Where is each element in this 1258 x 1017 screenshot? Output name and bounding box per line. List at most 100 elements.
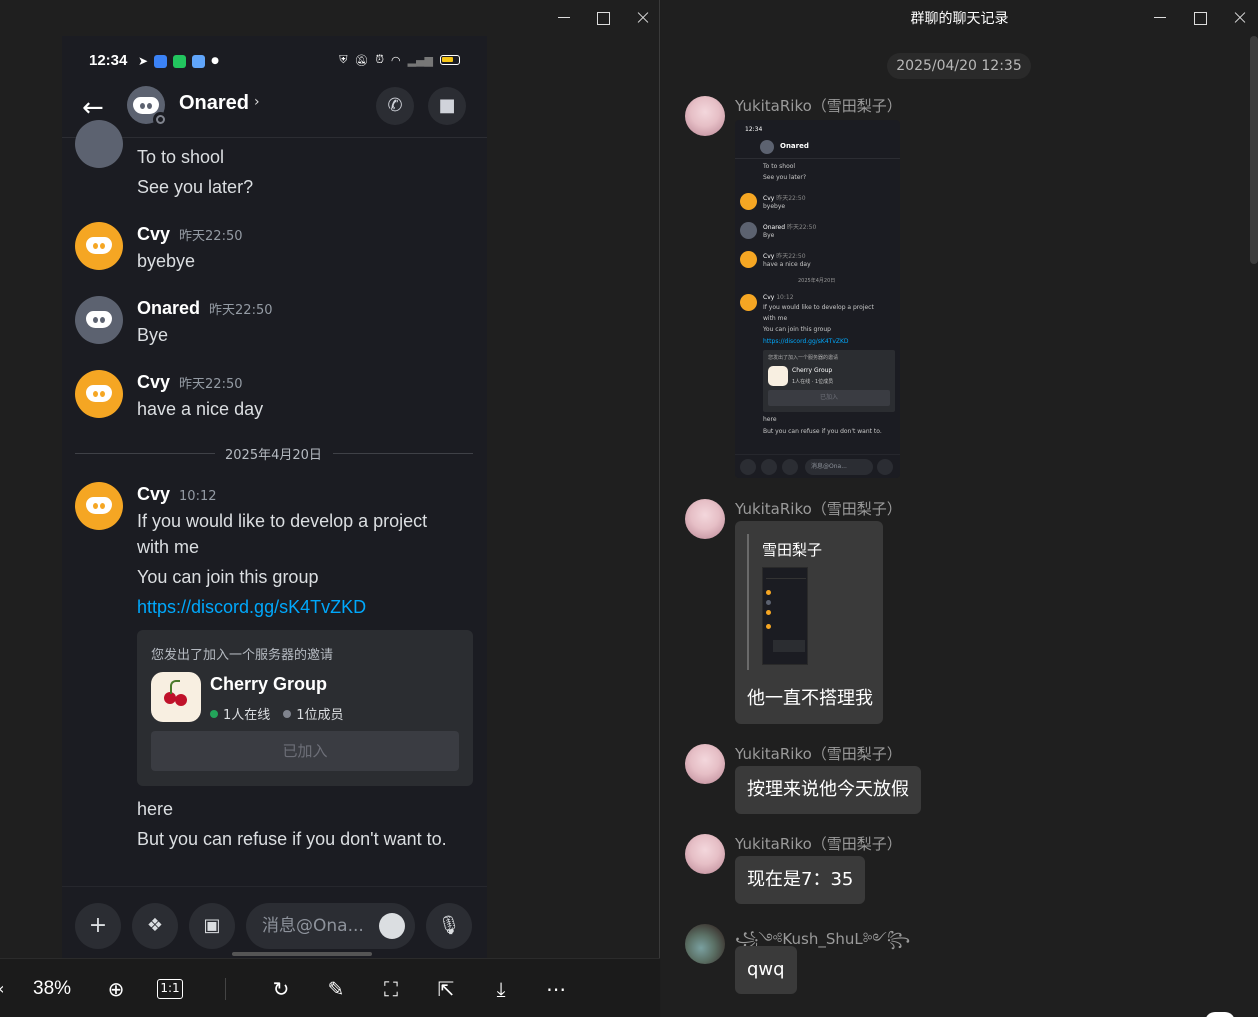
image-viewer-window: 12:34 ➤ ● ⛨ 🔕︎ ⏰︎ ◠ ▂▄▆ ← Onared › ✆ ■ T…	[0, 0, 660, 1017]
message-bubble[interactable]: 现在是7：35	[735, 856, 866, 904]
thumb-server-stats: 1人在线 · 1位成员	[792, 379, 834, 385]
avatar-yukitariko[interactable]	[685, 499, 725, 539]
quote-bar	[747, 534, 749, 670]
message-author[interactable]: Cvy 10:12	[137, 484, 217, 505]
message-text: byebye	[137, 251, 196, 271]
message-bubble[interactable]: 按理来说他今天放假	[735, 766, 921, 814]
apps-icon[interactable]: ❖	[132, 903, 178, 949]
phone-screenshot: 12:34 ➤ ● ⛨ 🔕︎ ⏰︎ ◠ ▂▄▆ ← Onared › ✆ ■ T…	[62, 36, 487, 958]
chat-header: ← Onared › ✆ ■	[62, 86, 487, 138]
thumb-avatar	[740, 294, 757, 311]
video-call-button[interactable]: ■	[428, 87, 466, 125]
thumb-joined-button: 已加入	[768, 390, 890, 406]
chevron-right-icon: ›	[254, 94, 260, 110]
status-time: 12:34	[89, 52, 128, 69]
message-text: here	[137, 799, 174, 819]
actual-size-icon[interactable]: 1:1	[157, 979, 183, 999]
desktop: 12:34 ➤ ● ⛨ 🔕︎ ⏰︎ ◠ ▂▄▆ ← Onared › ✆ ■ T…	[0, 0, 1258, 1017]
more-options-icon[interactable]: ⋯	[543, 976, 569, 1002]
telegram-icon: ➤	[138, 54, 149, 68]
back-arrow-icon[interactable]: ←	[82, 94, 110, 122]
quoted-screenshot-thumbnail[interactable]	[762, 567, 808, 665]
zoom-in-icon[interactable]: ⊕	[103, 976, 129, 1002]
phone-status-bar: 12:34 ➤ ● ⛨ 🔕︎ ⏰︎ ◠ ▂▄▆	[62, 36, 487, 86]
chat-history-window: 群聊的聊天记录 2025/04/20 12:35 YukitaRiko（雪田梨子…	[661, 0, 1258, 1017]
edit-pencil-icon[interactable]: ✎	[323, 976, 349, 1002]
discord-logo-icon	[133, 95, 159, 115]
scrollbar-thumb[interactable]	[1250, 36, 1258, 264]
thumb-text: byebye	[763, 203, 786, 210]
rotate-icon[interactable]: ↻	[268, 976, 294, 1002]
message-author[interactable]: Cvy 昨天22:50	[137, 372, 243, 393]
thumb-date-divider: 2025年4月20日	[798, 278, 836, 284]
message-input-bar: + ❖ ▣ 消息@Ona... 🎙︎	[62, 886, 487, 958]
close-button[interactable]	[631, 6, 655, 30]
emoji-icon[interactable]	[379, 913, 405, 939]
app-icon-blue	[154, 54, 168, 68]
voice-call-button[interactable]: ✆	[376, 87, 414, 125]
thumb-channel-name: Onared	[780, 142, 809, 150]
thumb-text: But you can refuse if you don't want to.	[763, 428, 882, 435]
reply-text: 他一直不搭理我	[747, 688, 873, 709]
partial-chevron-icon[interactable]: ‹	[0, 979, 4, 998]
gift-icon[interactable]: ▣	[189, 903, 235, 949]
avatar-onared-partial	[75, 120, 123, 168]
quoted-message-card[interactable]: 雪田梨子 他一直不搭理我	[735, 521, 883, 724]
thumb-author: Cvy 昨天22:50	[763, 195, 806, 202]
message-input[interactable]: 消息@Ona...	[246, 903, 415, 949]
home-indicator	[232, 952, 372, 956]
share-icon[interactable]: ⇱	[433, 976, 459, 1002]
discord-logo-icon	[86, 495, 112, 515]
avatar-cvy[interactable]	[75, 370, 123, 418]
message-text: See you later?	[137, 177, 254, 197]
download-icon[interactable]: ⤓	[488, 976, 514, 1002]
date-pill: 2025/04/20 12:35	[887, 53, 1031, 79]
channel-name[interactable]: Onared	[179, 92, 249, 115]
wifi-icon: ◠	[391, 53, 401, 67]
thumb-input-placeholder: 消息@Ona...	[805, 459, 873, 475]
message-author[interactable]: Cvy 昨天22:50	[137, 224, 243, 245]
avatar-cvy[interactable]	[75, 222, 123, 270]
joined-button[interactable]: 已加入	[151, 731, 459, 771]
server-icon-cherry	[151, 672, 201, 722]
ocr-text-icon[interactable]: ⛶	[378, 976, 404, 1002]
avatar-yukitariko[interactable]	[685, 834, 725, 874]
minimize-button[interactable]	[552, 6, 576, 30]
date-divider: 2025年4月20日	[75, 444, 473, 463]
avatar-yukitariko[interactable]	[685, 96, 725, 136]
maximize-button[interactable]	[591, 6, 615, 30]
message-author[interactable]: Onared 昨天22:50	[137, 298, 273, 319]
avatar-kush-shul[interactable]	[685, 924, 725, 964]
discord-logo-icon	[86, 383, 112, 403]
close-button[interactable]	[1228, 6, 1252, 30]
sender-name: YukitaRiko（雪田梨子）	[735, 500, 902, 518]
avatar-yukitariko[interactable]	[685, 744, 725, 784]
screenshot-thumbnail[interactable]: 12:34 Onared To to shool See you later? …	[735, 120, 900, 478]
thumb-text: To to shool	[763, 163, 796, 170]
sender-name: YukitaRiko（雪田梨子）	[735, 97, 902, 115]
discord-logo-icon	[86, 235, 112, 255]
add-button[interactable]: +	[75, 903, 121, 949]
sender-name: YukitaRiko（雪田梨子）	[735, 745, 902, 763]
minimize-button[interactable]	[1148, 6, 1172, 30]
avatar-cvy[interactable]	[75, 482, 123, 530]
invite-link[interactable]: https://discord.gg/sK4TvZKD	[137, 594, 366, 620]
thumb-link: https://discord.gg/sK4TvZKD	[763, 338, 849, 345]
invite-title: 您发出了加入一个服务器的邀请	[151, 648, 334, 663]
server-name: Cherry Group	[210, 674, 328, 694]
thumb-text: If you would like to develop a project	[763, 304, 874, 311]
quoted-sender: 雪田梨子	[762, 541, 823, 559]
zoom-level[interactable]: 38%	[33, 978, 71, 1000]
maximize-button[interactable]	[1188, 6, 1212, 30]
message-bubble[interactable]: qwq	[735, 946, 797, 994]
thumb-avatar	[740, 193, 757, 210]
floating-button-partial[interactable]	[1205, 1012, 1235, 1017]
offline-status-icon	[153, 112, 168, 127]
message-text: You can join this group	[137, 567, 319, 587]
thumb-input-bar: 消息@Ona...	[735, 454, 900, 478]
date-divider-label: 2025年4月20日	[225, 448, 322, 463]
channel-avatar[interactable]	[127, 86, 168, 127]
app-icon-green	[173, 54, 187, 68]
avatar-onared[interactable]	[75, 296, 123, 344]
microphone-icon[interactable]: 🎙︎	[426, 903, 472, 949]
